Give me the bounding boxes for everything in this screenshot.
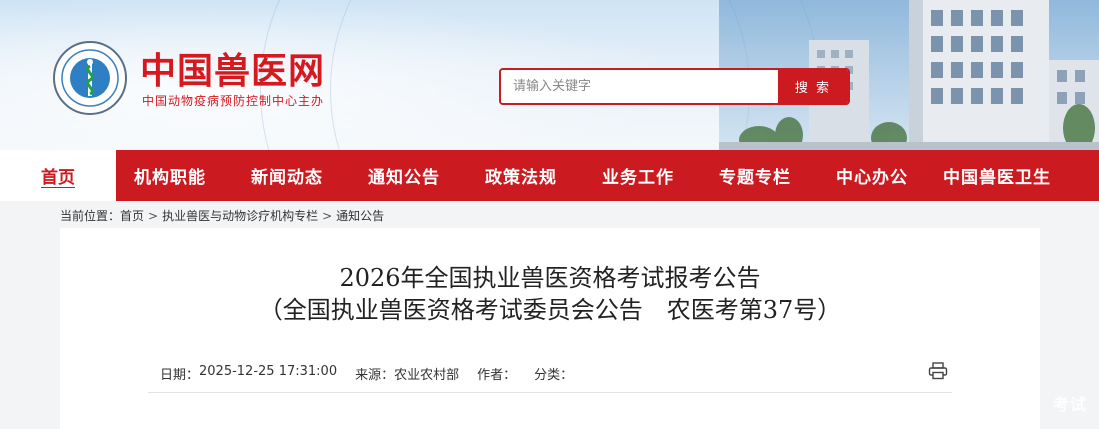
breadcrumb-prefix: 当前位置： — [60, 209, 121, 223]
source-label: 来源： — [355, 368, 395, 383]
breadcrumb-separator: > — [322, 209, 333, 223]
nav-item-label: 首页 — [41, 168, 75, 188]
search-bar: 搜 索 — [499, 68, 850, 105]
watermark-text: 考试 — [1052, 395, 1087, 414]
nav-item-functions[interactable]: 机构职能 — [134, 150, 206, 201]
breadcrumb-separator: > — [148, 209, 159, 223]
site-brand-name[interactable]: 中国兽医网 — [140, 42, 325, 94]
article-panel: 2026年全国执业兽医资格考试报考公告 （全国执业兽医资格考试委员会公告 农医考… — [60, 228, 1040, 429]
search-button[interactable]: 搜 索 — [778, 70, 848, 103]
nav-item-vet-health[interactable]: 中国兽医卫生 — [943, 150, 1051, 201]
nav-item-policies[interactable]: 政策法规 — [485, 150, 557, 201]
nav-item-topics[interactable]: 专题专栏 — [719, 150, 791, 201]
author-label: 作者： — [477, 368, 517, 383]
printer-icon[interactable] — [928, 362, 948, 380]
date-label: 日期： — [160, 368, 200, 383]
breadcrumb-link-home[interactable]: 首页 — [120, 209, 144, 223]
article-meta: 日期： 2025-12-25 17:31:00 来源： 农业农村部 作者： 分类… — [160, 364, 591, 383]
category-label: 分类： — [534, 368, 574, 383]
nav-item-office[interactable]: 中心办公 — [836, 150, 908, 201]
article-subtitle: （全国执业兽医资格考试委员会公告 农医考第37号） — [258, 296, 842, 324]
date-value: 2025-12-25 17:31:00 — [199, 364, 338, 379]
search-input[interactable] — [501, 70, 778, 103]
breadcrumb: 当前位置：首页 > 执业兽医与动物诊疗机构专栏 > 通知公告 — [60, 207, 384, 224]
nav-item-business[interactable]: 业务工作 — [602, 150, 674, 201]
site-brand-subtitle: 中国动物疫病预防控制中心主办 — [142, 94, 325, 108]
nav-item-notices[interactable]: 通知公告 — [368, 150, 440, 201]
main-nav: 首页 机构职能 新闻动态 通知公告 政策法规 业务工作 专题专栏 中心办公 中国… — [0, 150, 1099, 201]
breadcrumb-link-column[interactable]: 执业兽医与动物诊疗机构专栏 — [162, 209, 318, 223]
nav-item-news[interactable]: 新闻动态 — [251, 150, 323, 201]
source-value: 农业农村部 — [394, 368, 460, 383]
nav-item-home[interactable]: 首页 — [0, 150, 116, 201]
article-title: 2026年全国执业兽医资格考试报考公告 — [339, 264, 761, 292]
emblem-logo-icon[interactable] — [52, 40, 128, 116]
meta-divider — [148, 392, 952, 393]
site-header: 中国兽医网 中国动物疫病预防控制中心主办 搜 索 — [0, 0, 1099, 150]
breadcrumb-link-notices[interactable]: 通知公告 — [336, 209, 384, 223]
